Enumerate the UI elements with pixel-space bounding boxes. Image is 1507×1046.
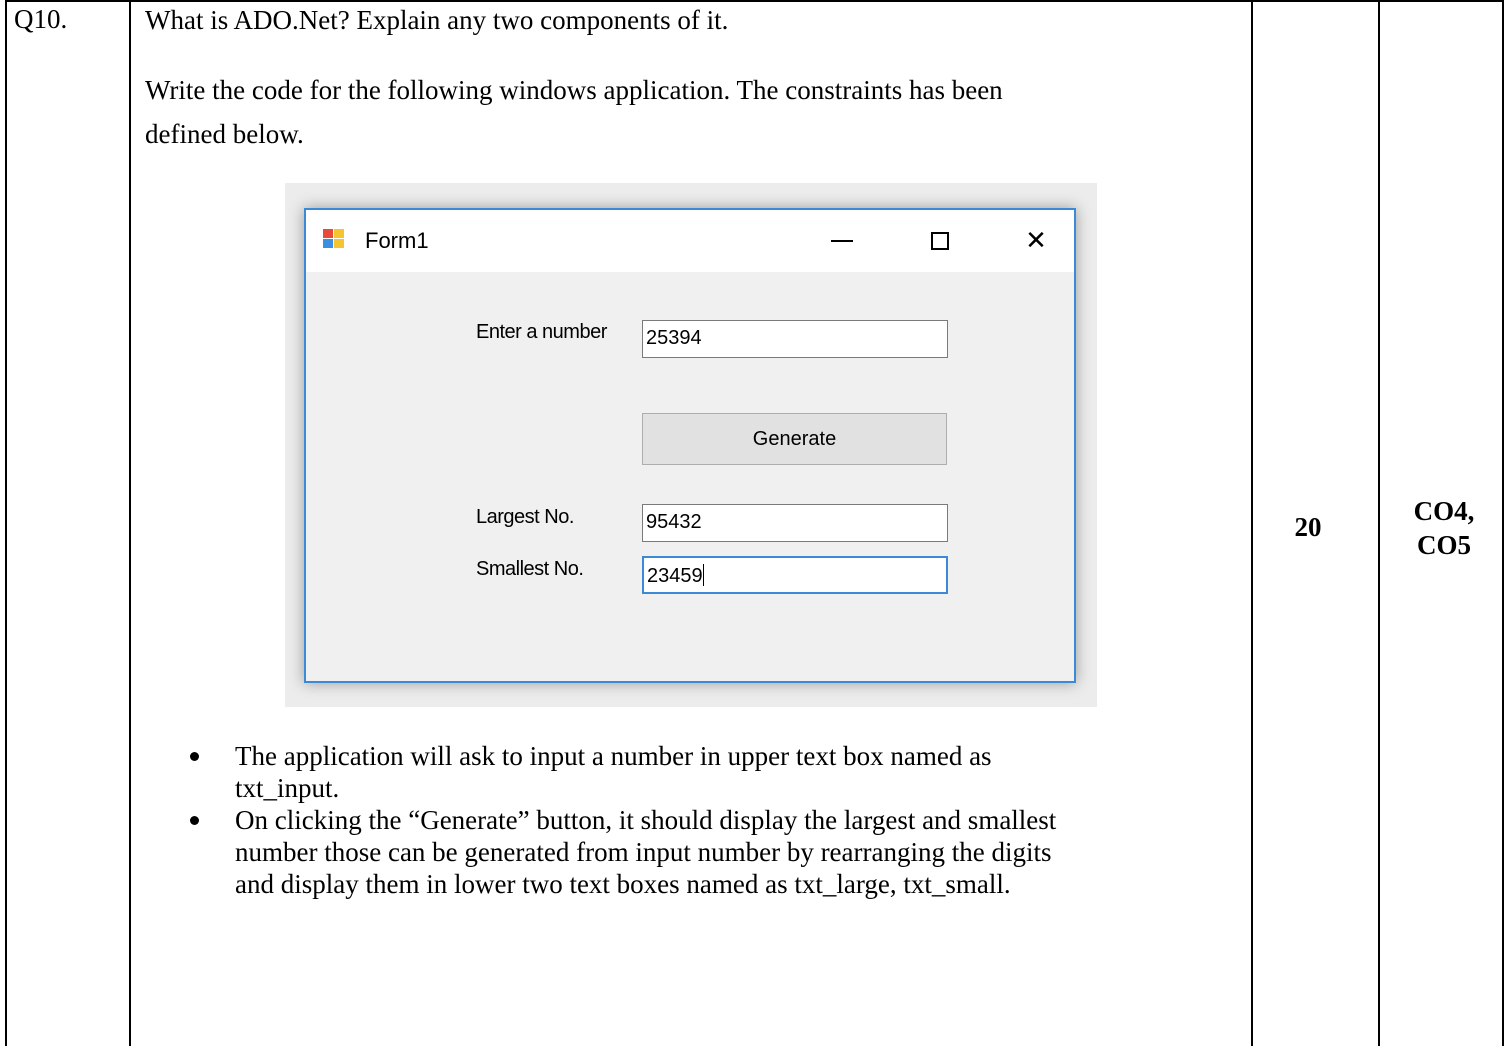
title-bar[interactable]: Form1 ✕ [306, 210, 1074, 272]
list-item: The application will ask to input a numb… [190, 740, 1250, 804]
txt-small-value: 23459 [647, 565, 703, 587]
txt-input-field[interactable]: 25394 [642, 320, 948, 358]
enter-number-label: Enter a number [476, 321, 607, 343]
course-outcome-cell: CO4, CO5 [1384, 494, 1504, 562]
generate-button[interactable]: Generate [642, 413, 947, 465]
winforms-app-icon [323, 229, 345, 249]
list-item-line: number those can be generated from input… [235, 837, 1052, 867]
maximize-icon [931, 232, 949, 250]
list-item-line: On clicking the “Generate” button, it sh… [235, 805, 1057, 835]
smallest-label: Smallest No. [476, 558, 584, 580]
requirement-list: The application will ask to input a numb… [190, 740, 1250, 900]
question-instruction-line1: Write the code for the following windows… [145, 75, 1003, 105]
marks-cell: 20 [1294, 512, 1322, 542]
minimize-button[interactable] [822, 224, 862, 258]
close-icon: ✕ [1025, 226, 1047, 256]
list-item-line: and display them in lower two text boxes… [235, 869, 1011, 899]
list-item: On clicking the “Generate” button, it sh… [190, 804, 1250, 900]
course-outcome-1: CO4, [1413, 496, 1475, 526]
column-divider [129, 2, 131, 1046]
generate-button-label: Generate [752, 427, 837, 450]
bullet-icon [190, 816, 199, 825]
bullet-icon [190, 752, 199, 761]
minimize-icon [831, 240, 853, 242]
txt-input-value: 25394 [646, 327, 702, 349]
column-divider [1378, 2, 1380, 1046]
question-number: Q10. [14, 4, 68, 34]
text-caret [702, 564, 704, 586]
column-divider [1251, 2, 1253, 1046]
txt-large-field[interactable]: 95432 [642, 504, 948, 542]
form-screenshot: Form1 ✕ Enter a number 25394 Generate La… [285, 183, 1097, 707]
maximize-button[interactable] [920, 224, 960, 258]
window-title: Form1 [365, 228, 429, 253]
course-outcome-2: CO5 [1417, 530, 1471, 560]
close-button[interactable]: ✕ [1016, 224, 1056, 258]
list-item-line: txt_input. [235, 773, 340, 803]
question-instruction-line2: defined below. [145, 119, 304, 149]
txt-large-value: 95432 [646, 511, 702, 533]
question-text: What is ADO.Net? Explain any two compone… [145, 5, 729, 35]
largest-label: Largest No. [476, 506, 574, 528]
txt-small-field[interactable]: 23459 [642, 556, 948, 594]
form-window: Form1 ✕ Enter a number 25394 Generate La… [304, 208, 1076, 683]
list-item-line: The application will ask to input a numb… [235, 741, 992, 771]
